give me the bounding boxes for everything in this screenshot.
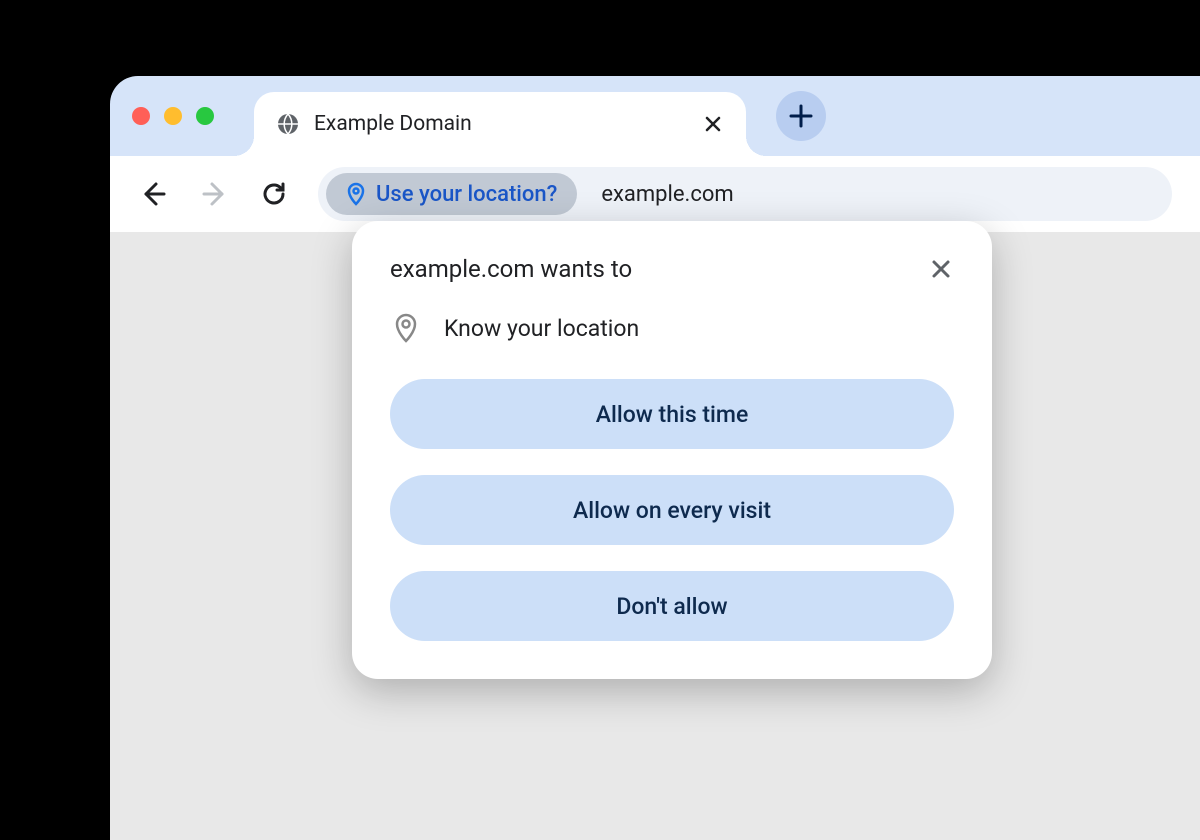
new-tab-button[interactable] <box>776 91 826 141</box>
browser-window: Example Domain <box>110 76 1200 840</box>
permission-chip-label: Use your location? <box>376 182 557 207</box>
allow-once-button[interactable]: Allow this time <box>390 379 954 449</box>
allow-always-button[interactable]: Allow on every visit <box>390 475 954 545</box>
location-pin-icon <box>394 313 418 343</box>
page-content: example.com wants to Know your location <box>110 232 1200 840</box>
permission-dialog: example.com wants to Know your location <box>352 221 992 679</box>
globe-icon <box>276 112 300 136</box>
permission-chip[interactable]: Use your location? <box>326 173 577 215</box>
window-minimize-button[interactable] <box>164 107 182 125</box>
tab-close-button[interactable] <box>702 113 724 135</box>
location-pin-icon <box>346 182 366 206</box>
dialog-close-button[interactable] <box>928 256 954 282</box>
permission-row: Know your location <box>390 313 954 343</box>
window-controls <box>132 107 214 125</box>
dialog-buttons: Allow this time Allow on every visit Don… <box>390 379 954 641</box>
dialog-header: example.com wants to <box>390 255 954 283</box>
tab-strip: Example Domain <box>110 76 1200 156</box>
tab-title: Example Domain <box>314 112 688 136</box>
reload-button[interactable] <box>258 178 290 210</box>
forward-button[interactable] <box>198 178 230 210</box>
permission-description: Know your location <box>444 315 639 342</box>
window-close-button[interactable] <box>132 107 150 125</box>
address-bar[interactable]: Use your location? example.com <box>318 167 1172 221</box>
window-maximize-button[interactable] <box>196 107 214 125</box>
back-button[interactable] <box>138 178 170 210</box>
deny-button[interactable]: Don't allow <box>390 571 954 641</box>
browser-tab[interactable]: Example Domain <box>254 92 746 156</box>
dialog-title: example.com wants to <box>390 255 632 283</box>
url-text: example.com <box>601 182 733 207</box>
